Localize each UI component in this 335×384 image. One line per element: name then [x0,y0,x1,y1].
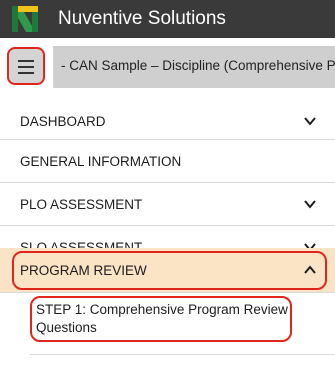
sidebar-item-general-information[interactable]: GENERAL INFORMATION [0,140,335,183]
sidebar-item-plo-assessment[interactable]: PLO ASSESSMENT [0,183,335,226]
sidebar-item-label: DASHBOARD [20,114,106,129]
chevron-down-icon[interactable] [303,197,317,211]
sidebar-item-dashboard[interactable]: DASHBOARD [0,100,335,140]
menu-icon-bar [18,66,34,68]
chevron-down-icon[interactable] [303,114,317,128]
nuventive-logo-icon [12,6,38,32]
program-review-highlight [12,251,327,290]
sidebar-item-label: GENERAL INFORMATION [20,154,182,169]
menu-icon [18,60,34,62]
divider [30,354,335,355]
top-bar: Nuventive Solutions [0,0,335,38]
sidebar-item-label: PLO ASSESSMENT [20,197,143,212]
hamburger-menu-button[interactable] [7,47,45,85]
sub-item-step-1[interactable]: STEP 1: Comprehensive Program Review Que… [30,296,292,342]
sidebar-item-slo-assessment[interactable]: SLO ASSESSMENT [0,226,335,255]
sub-item-label: STEP 1: Comprehensive Program Review Que… [36,302,288,335]
app-title: Nuventive Solutions [58,8,226,29]
menu-icon-bar [18,72,34,74]
breadcrumb[interactable]: - CAN Sample – Discipline (Comprehensive… [53,46,335,88]
breadcrumb-label: - CAN Sample – Discipline (Comprehensive… [61,58,335,73]
